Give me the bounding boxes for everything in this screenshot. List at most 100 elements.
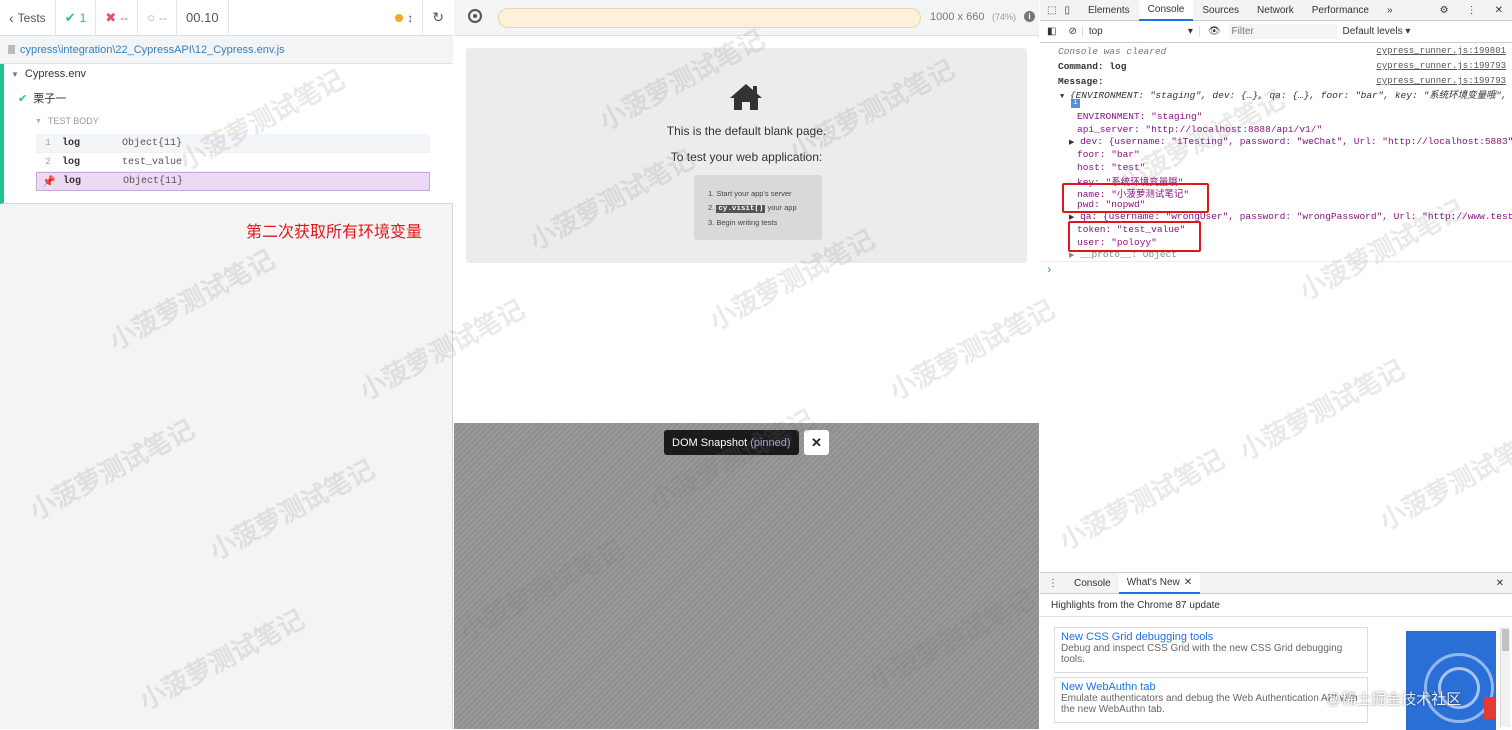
tab-network[interactable]: Network (1248, 0, 1303, 21)
console-divider (1040, 261, 1512, 262)
feature-card[interactable]: New WebAuthn tab Emulate authenticators … (1054, 677, 1368, 723)
close-icon: ✕ (811, 435, 822, 450)
tab-sources[interactable]: Sources (1193, 0, 1248, 21)
instructions-box: 1. Start your app's server 2. cy.visit()… (694, 175, 822, 240)
close-drawer-icon[interactable]: ✕ (1488, 578, 1512, 589)
check-icon: ✔ (18, 92, 28, 105)
drawer-tabbar: ⋮ Console What's New ✕ ✕ (1040, 572, 1512, 594)
test-row[interactable]: ✔ 栗子一 (18, 90, 66, 106)
command-row[interactable]: 1 log Object{11} (36, 134, 430, 153)
step-text: Begin writing tests (716, 218, 778, 227)
blank-page-subtitle: To test your web application: (670, 150, 823, 164)
sidebar-toggle-icon[interactable]: ◧ (1040, 26, 1063, 37)
snapshot-pill: DOM Snapshot (pinned) (664, 430, 799, 455)
tab-elements[interactable]: Elements (1079, 0, 1139, 21)
devtools-tabbar: ⬚ ▯ Elements Console Sources Network Per… (1040, 0, 1512, 21)
step-code: cy.visit() (716, 205, 766, 213)
command-name: log (63, 176, 82, 187)
eye-icon[interactable]: 👁 (1200, 26, 1229, 37)
pending-count[interactable]: ○ -- (138, 0, 178, 36)
tab-console[interactable]: Console (1138, 0, 1194, 21)
duration-value: 00.10 (186, 10, 219, 25)
summary-text: {ENVIRONMENT: "staging", dev: {…}, qa: {… (1069, 90, 1512, 101)
crosshair-dot (473, 14, 477, 18)
tab-performance[interactable]: Performance (1303, 0, 1378, 21)
duration: 00.10 (177, 0, 229, 36)
failed-value: -- (120, 10, 129, 25)
feature-card-title[interactable]: New WebAuthn tab (1061, 681, 1361, 693)
status-dot-icon (395, 13, 404, 22)
inspect-element-icon[interactable]: ⬚ (1040, 0, 1060, 21)
step-text: Start your app's server (716, 189, 792, 198)
command-row[interactable]: 2 log test_value (36, 153, 430, 172)
source-link[interactable]: cypress_runner.js:199801 (1376, 46, 1506, 56)
expand-triangle-icon: ▶ (1069, 252, 1075, 260)
log-levels-select[interactable]: Default levels ▾ (1343, 26, 1411, 37)
object-property-expandable[interactable]: ▶ dev: {username: "iTesting", password: … (1069, 136, 1512, 147)
close-icon[interactable]: ✕ (1184, 577, 1192, 588)
snapshot-state: (pinned) (750, 436, 791, 449)
feature-card-title[interactable]: New CSS Grid debugging tools (1061, 631, 1361, 643)
runner-header: ‹ Tests ✔ 1 ✖ -- ○ -- 00.10 ↕ ↻ (0, 0, 453, 36)
cypress-runner-panel: ‹ Tests ✔ 1 ✖ -- ○ -- 00.10 ↕ ↻ cypress\… (0, 0, 453, 729)
object-property: foor: "bar" (1077, 149, 1140, 160)
command-number: 2 (45, 157, 51, 167)
kebab-menu-icon[interactable]: ⋮ (1458, 0, 1486, 21)
source-link[interactable]: cypress_runner.js:199793 (1376, 61, 1506, 71)
more-tabs-icon[interactable]: » (1378, 0, 1402, 21)
test-title: 栗子一 (33, 93, 67, 105)
settings-icon[interactable]: ⚙ (1431, 0, 1458, 21)
failed-count[interactable]: ✖ -- (96, 0, 139, 36)
aut-header: 1000 x 660 (74%) i (454, 0, 1039, 36)
drawer-tab-label: What's New (1126, 576, 1180, 588)
clear-console-icon[interactable]: ⊘ (1063, 26, 1081, 37)
circle-notch-icon: ○ (147, 10, 156, 25)
object-summary[interactable]: ▼ {ENVIRONMENT: "staging", dev: {…}, qa:… (1060, 87, 1512, 101)
close-snapshot-button[interactable]: ✕ (804, 430, 829, 455)
close-icon[interactable]: ✕ (1486, 0, 1512, 21)
drawer-tab-whats-new[interactable]: What's New ✕ (1118, 572, 1201, 594)
feature-card-desc: Debug and inspect CSS Grid with the new … (1061, 643, 1343, 665)
caret-down-icon: ▼ (11, 69, 19, 79)
juejin-watermark: @稀土掘金技术社区 (1326, 691, 1462, 708)
rerun-button[interactable]: ↻ (422, 0, 453, 36)
passed-value: 1 (79, 10, 87, 25)
console-filter-input[interactable] (1228, 24, 1337, 39)
drawer-scrollbar[interactable] (1500, 627, 1510, 727)
dropdown-arrow-icon: ▾ (1187, 26, 1193, 37)
suite-row[interactable]: ▼ Cypress.env (11, 68, 86, 80)
info-badge-icon: i (1071, 99, 1080, 108)
highlight-box (1068, 221, 1201, 252)
console-message-line: Message: (1058, 76, 1104, 87)
expand-triangle-icon: ▼ (1060, 93, 1065, 101)
url-bar[interactable] (498, 8, 921, 28)
drawer-menu-icon[interactable]: ⋮ (1040, 578, 1066, 589)
passed-count[interactable]: ✔ 1 (56, 0, 97, 36)
device-toolbar-icon[interactable]: ▯ (1060, 0, 1079, 21)
command-row-pinned[interactable]: 📌 log Object{11} (36, 172, 430, 191)
context-select[interactable]: top ▾ (1081, 26, 1200, 37)
viewport-zoom: (74%) (992, 12, 1017, 22)
dom-snapshot-area: DOM Snapshot (pinned) ✕ (454, 423, 1039, 729)
devtools-panel: ⬚ ▯ Elements Console Sources Network Per… (1040, 0, 1512, 730)
console-command-line: Command: log (1058, 61, 1127, 72)
viewport-size: 1000 x 660 (930, 11, 985, 23)
blank-page-title: This is the default blank page. (666, 124, 827, 138)
auto-scroll-toggle[interactable]: ↕ (386, 0, 422, 36)
feature-card[interactable]: New CSS Grid debugging tools Debug and i… (1054, 627, 1368, 673)
source-link[interactable]: cypress_runner.js:199793 (1376, 76, 1506, 86)
refresh-icon: ↻ (432, 9, 444, 25)
console-prompt-icon[interactable]: › (1046, 265, 1053, 277)
instruction-step: 1. Start your app's server (708, 189, 792, 198)
property-text: dev: {username: "iTesting", password: "w… (1080, 136, 1512, 147)
spec-path-link[interactable]: cypress\integration\22_CypressAPI\12_Cyp… (20, 44, 285, 56)
command-name: log (62, 137, 81, 149)
highlights-title: Highlights from the Chrome 87 update (1051, 600, 1220, 611)
back-to-tests-button[interactable]: ‹ Tests (0, 0, 56, 36)
drawer-tab-console[interactable]: Console (1066, 578, 1119, 589)
blank-page-card: This is the default blank page. To test … (466, 48, 1027, 263)
info-icon[interactable]: i (1024, 11, 1035, 22)
back-label: Tests (17, 10, 46, 25)
command-number: 1 (45, 138, 51, 148)
test-body-header[interactable]: ▼ TEST BODY (35, 116, 99, 126)
